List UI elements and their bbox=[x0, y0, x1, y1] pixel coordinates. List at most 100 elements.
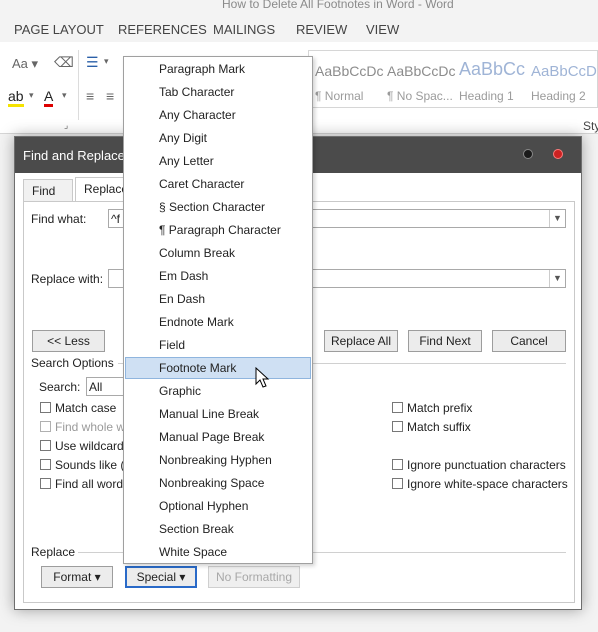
checkbox-label: Match case bbox=[55, 401, 117, 415]
menu-item-tab-character[interactable]: Tab Character bbox=[125, 81, 311, 103]
find-what-label: Find what: bbox=[31, 212, 87, 226]
menu-item-nonbreaking-hyphen[interactable]: Nonbreaking Hyphen bbox=[125, 449, 311, 471]
menu-item-any-letter[interactable]: Any Letter bbox=[125, 150, 311, 172]
less-button[interactable]: << Less bbox=[32, 330, 105, 352]
align-left-icon[interactable]: ≡ bbox=[86, 88, 94, 104]
special-button-label: Special bbox=[136, 570, 176, 584]
menu-item-section-break[interactable]: Section Break bbox=[125, 518, 311, 540]
style-name: Heading 1 bbox=[459, 89, 514, 103]
style-no-spacing[interactable]: AaBbCcDc ¶ No Spac... bbox=[381, 51, 455, 107]
style-name: ¶ Normal bbox=[315, 89, 364, 103]
clear-formatting-icon[interactable]: ⌫ bbox=[54, 54, 74, 71]
bullets-dropdown-icon[interactable]: ▾ bbox=[104, 56, 109, 67]
checkbox-box bbox=[392, 421, 403, 432]
search-label: Search: bbox=[39, 380, 81, 394]
style-preview: AaBbCc bbox=[459, 59, 526, 79]
ribbon-tab-bar: PAGE LAYOUT REFERENCES MAILINGS REVIEW V… bbox=[0, 18, 598, 42]
style-heading-2[interactable]: AaBbCcD Heading 2 bbox=[525, 51, 597, 107]
dialog-title: Find and Replace bbox=[23, 148, 125, 163]
menu-item-field[interactable]: Field bbox=[125, 334, 311, 356]
style-preview: AaBbCcD bbox=[531, 63, 597, 80]
menu-item-endnote-mark[interactable]: Endnote Mark bbox=[125, 311, 311, 333]
checkbox-label: Match prefix bbox=[407, 401, 473, 415]
ignore-whitespace-checkbox[interactable]: Ignore white-space characters bbox=[392, 477, 568, 491]
menu-item-paragraph-mark[interactable]: Paragraph Mark bbox=[125, 58, 311, 80]
no-formatting-button[interactable]: No Formatting bbox=[208, 566, 300, 588]
style-preview: AaBbCcDc bbox=[387, 63, 456, 79]
tab-review[interactable]: REVIEW bbox=[296, 22, 347, 37]
checkbox-box bbox=[392, 478, 403, 489]
find-whole-words-checkbox[interactable]: Find whole w bbox=[40, 420, 125, 434]
tab-find[interactable]: Find bbox=[23, 179, 73, 201]
change-case-label: Aa bbox=[12, 56, 28, 71]
search-direction-value: All bbox=[89, 380, 103, 394]
style-name: ¶ No Spac... bbox=[387, 89, 453, 103]
menu-item-column-break[interactable]: Column Break bbox=[125, 242, 311, 264]
window-title-bar: How to Delete All Footnotes in Word - Wo… bbox=[0, 0, 598, 14]
format-button[interactable]: Format ▾ bbox=[41, 566, 113, 588]
menu-item-any-digit[interactable]: Any Digit bbox=[125, 127, 311, 149]
find-what-dropdown-icon[interactable]: ▼ bbox=[549, 210, 565, 227]
menu-item-caret-character[interactable]: Caret Character bbox=[125, 173, 311, 195]
checkbox-label: Ignore white-space characters bbox=[407, 477, 568, 491]
sounds-like-checkbox[interactable]: Sounds like ( bbox=[40, 458, 124, 472]
replace-with-dropdown-icon[interactable]: ▼ bbox=[549, 270, 565, 287]
window-title: How to Delete All Footnotes in Word - Wo… bbox=[222, 0, 454, 11]
styles-group-label: Sty bbox=[583, 119, 598, 133]
match-prefix-checkbox[interactable]: Match prefix bbox=[392, 401, 472, 415]
format-dropdown-icon: ▾ bbox=[94, 570, 101, 584]
help-icon[interactable] bbox=[523, 149, 533, 159]
menu-item-optional-hyphen[interactable]: Optional Hyphen bbox=[125, 495, 311, 517]
styles-gallery: AaBbCcDc ¶ Normal AaBbCcDc ¶ No Spac... … bbox=[308, 50, 598, 108]
tab-mailings[interactable]: MAILINGS bbox=[213, 22, 275, 37]
font-dialog-launcher-icon[interactable]: ⌟ bbox=[64, 120, 68, 131]
menu-item-section-character[interactable]: § Section Character bbox=[125, 196, 311, 218]
menu-item-any-character[interactable]: Any Character bbox=[125, 104, 311, 126]
style-normal[interactable]: AaBbCcDc ¶ Normal bbox=[309, 51, 383, 107]
menu-item-manual-page-break[interactable]: Manual Page Break bbox=[125, 426, 311, 448]
tab-references[interactable]: REFERENCES bbox=[118, 22, 207, 37]
font-color-icon[interactable]: A bbox=[44, 88, 54, 107]
special-button[interactable]: Special ▾ bbox=[125, 566, 197, 588]
checkbox-label: Use wildcards bbox=[55, 439, 130, 453]
tab-page-layout[interactable]: PAGE LAYOUT bbox=[14, 22, 104, 37]
checkbox-box bbox=[40, 402, 51, 413]
find-all-word-forms-checkbox[interactable]: Find all word bbox=[40, 477, 123, 491]
format-button-label: Format bbox=[53, 570, 92, 584]
ignore-punctuation-checkbox[interactable]: Ignore punctuation characters bbox=[392, 458, 566, 472]
replace-all-button[interactable]: Replace All bbox=[324, 330, 398, 352]
menu-item-white-space[interactable]: White Space bbox=[125, 541, 311, 563]
match-suffix-checkbox[interactable]: Match suffix bbox=[392, 420, 471, 434]
checkbox-box bbox=[392, 402, 403, 413]
style-name: Heading 2 bbox=[531, 89, 586, 103]
font-color-dropdown-icon[interactable]: ▾ bbox=[62, 90, 67, 101]
menu-item-em-dash[interactable]: Em Dash bbox=[125, 265, 311, 287]
cancel-button[interactable]: Cancel bbox=[492, 330, 566, 352]
checkbox-label: Sounds like ( bbox=[55, 458, 125, 472]
replace-with-label: Replace with: bbox=[31, 272, 104, 286]
close-icon[interactable] bbox=[553, 149, 563, 159]
menu-item-nonbreaking-space[interactable]: Nonbreaking Space bbox=[125, 472, 311, 494]
checkbox-box bbox=[40, 478, 51, 489]
search-options-label: Search Options bbox=[31, 356, 114, 370]
bullets-icon[interactable]: ☰ bbox=[86, 54, 99, 71]
style-heading-1[interactable]: AaBbCc Heading 1 bbox=[453, 51, 526, 107]
use-wildcards-checkbox[interactable]: Use wildcards bbox=[40, 439, 130, 453]
highlight-icon[interactable]: ab bbox=[8, 88, 24, 107]
menu-item-manual-line-break[interactable]: Manual Line Break bbox=[125, 403, 311, 425]
change-case-button[interactable]: Aa ▾ bbox=[12, 56, 38, 72]
tab-view[interactable]: VIEW bbox=[366, 22, 399, 37]
align-center-icon[interactable]: ≡ bbox=[106, 88, 114, 104]
ribbon-divider bbox=[78, 50, 79, 120]
menu-item-graphic[interactable]: Graphic bbox=[125, 380, 311, 402]
special-menu: Paragraph Mark Tab Character Any Charact… bbox=[123, 56, 313, 564]
find-next-button[interactable]: Find Next bbox=[408, 330, 482, 352]
menu-item-paragraph-character[interactable]: ¶ Paragraph Character bbox=[125, 219, 311, 241]
highlight-dropdown-icon[interactable]: ▾ bbox=[29, 90, 34, 101]
checkbox-box bbox=[40, 459, 51, 470]
menu-item-en-dash[interactable]: En Dash bbox=[125, 288, 311, 310]
match-case-checkbox[interactable]: Match case bbox=[40, 401, 116, 415]
checkbox-box bbox=[40, 421, 51, 432]
menu-item-footnote-mark[interactable]: Footnote Mark bbox=[125, 357, 311, 379]
special-dropdown-icon: ▾ bbox=[179, 570, 186, 584]
